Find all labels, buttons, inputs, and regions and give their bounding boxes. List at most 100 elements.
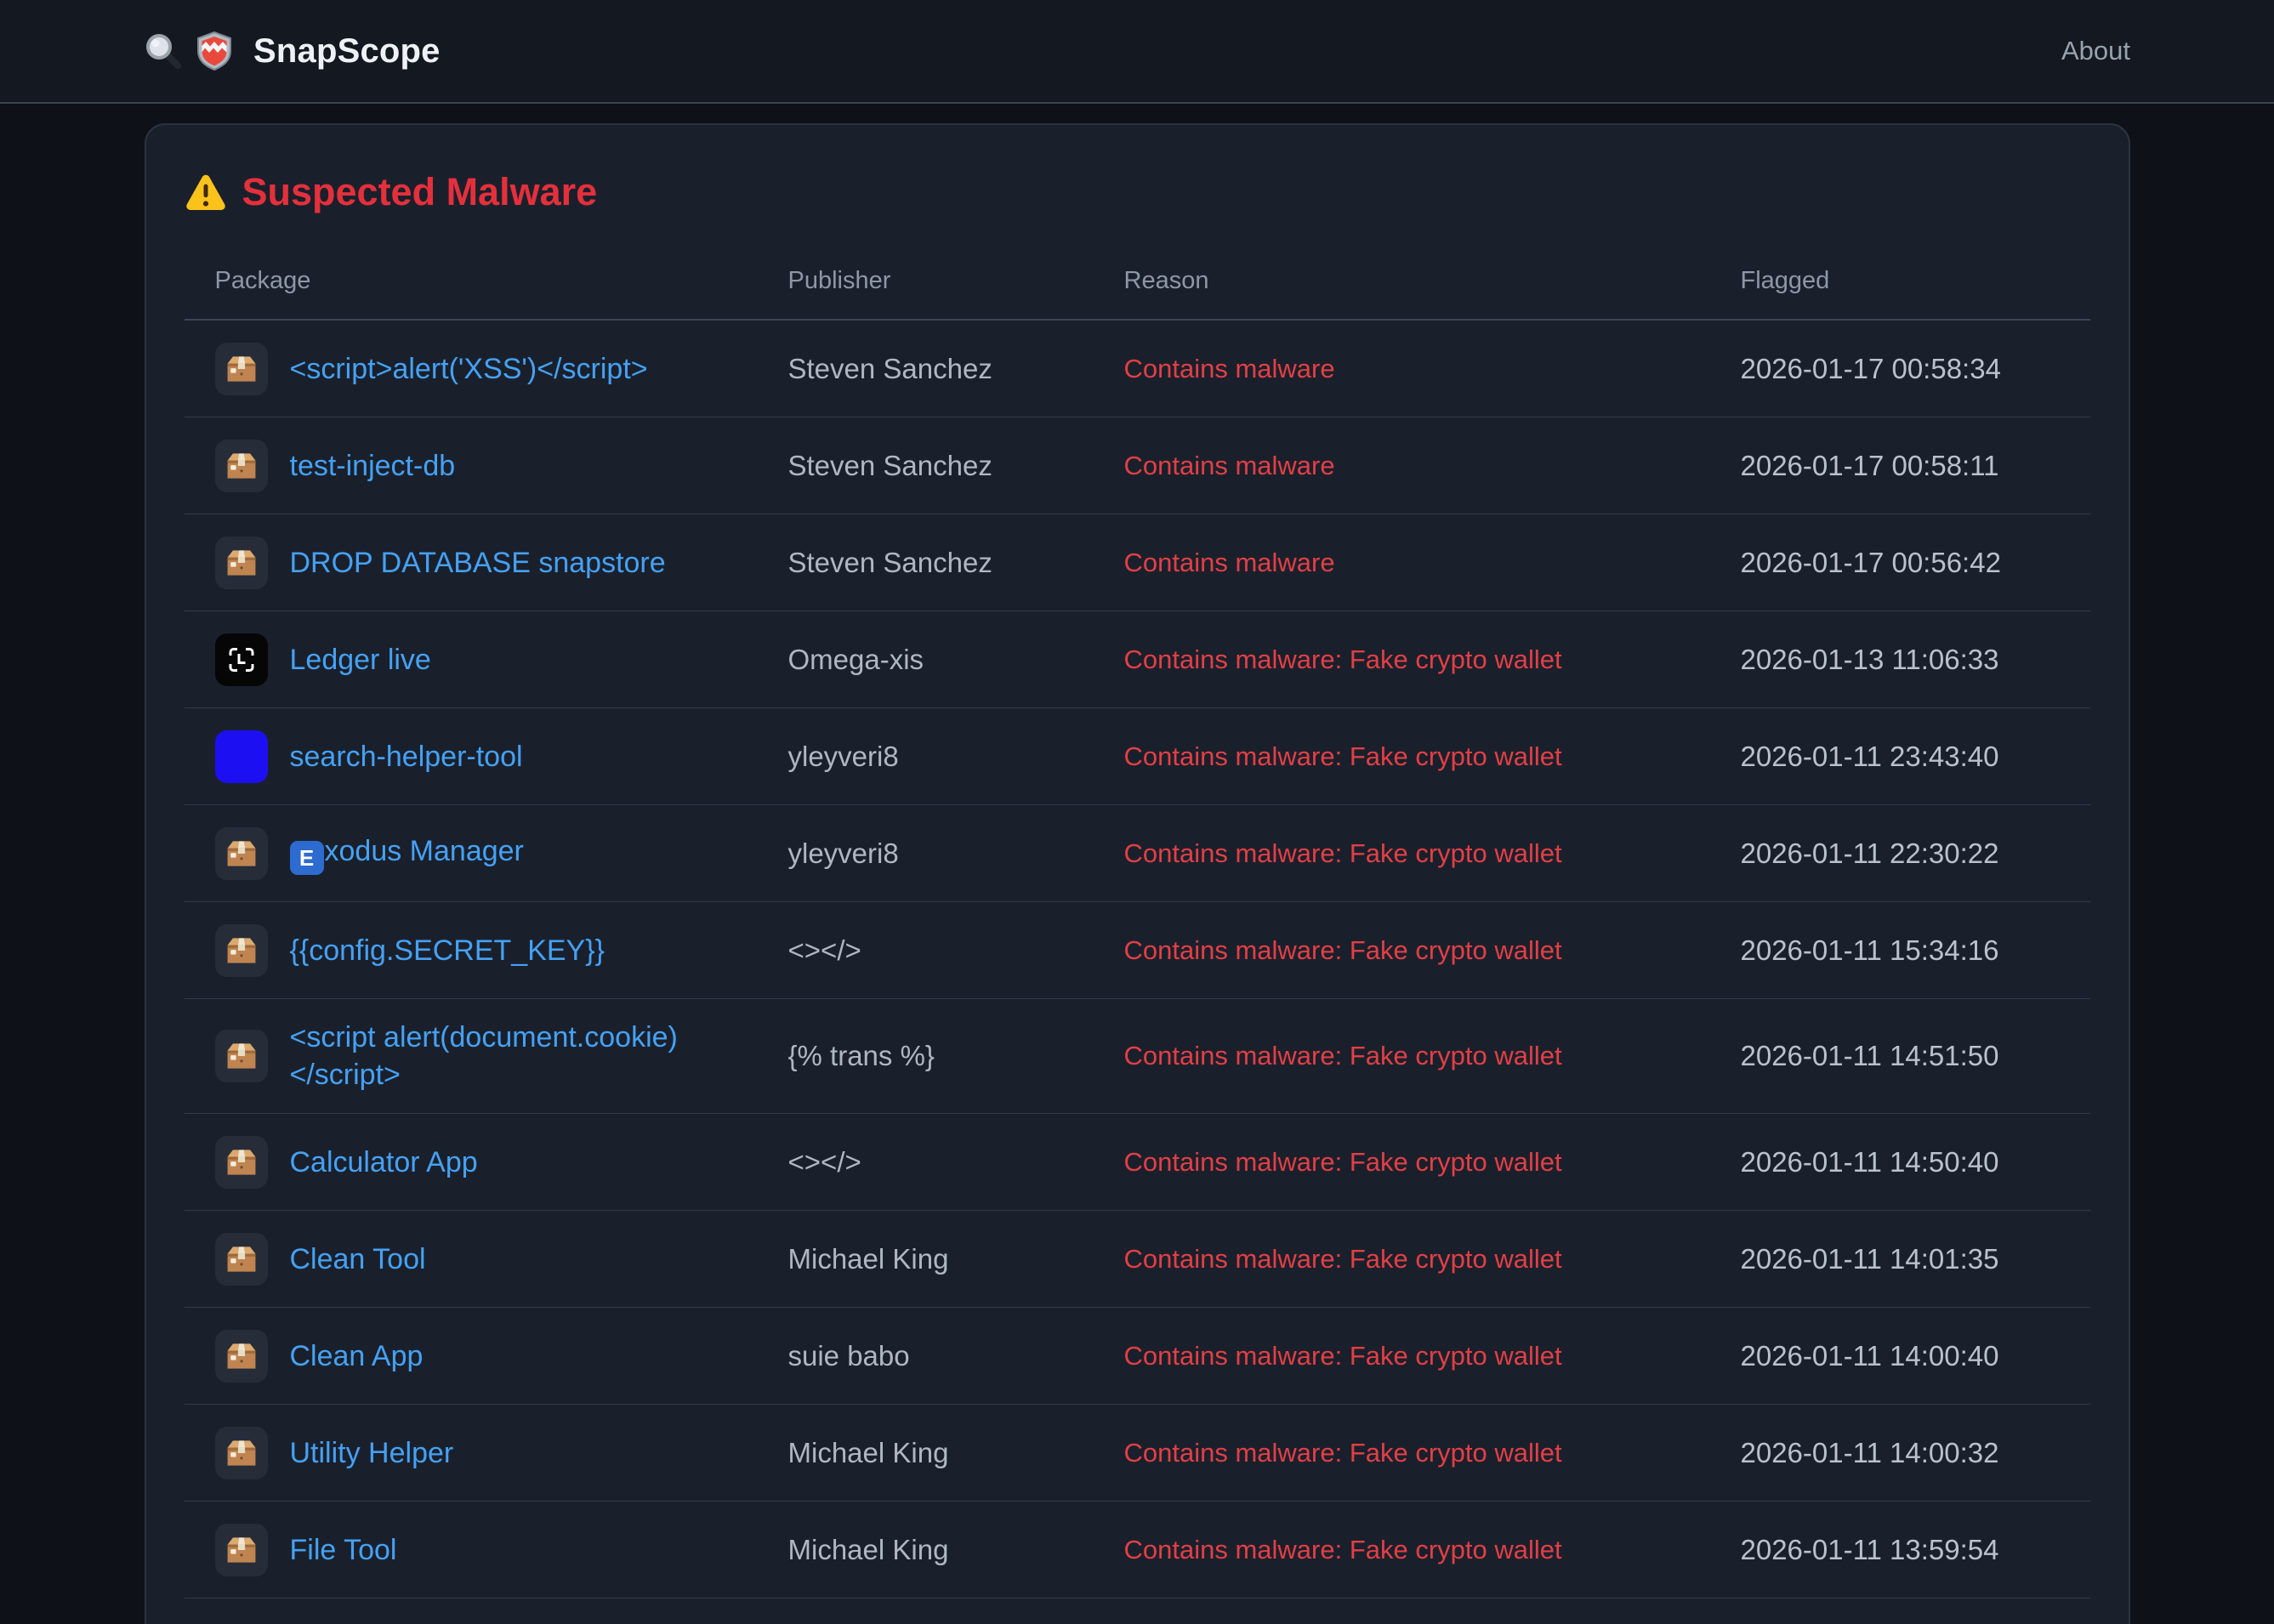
table-row: File Tool Michael King Contains malware:… xyxy=(184,1502,2090,1598)
package-link[interactable]: File Tool xyxy=(290,1531,397,1569)
publisher-cell: {% trans %} xyxy=(787,1040,935,1071)
table-row: Clean App suie babo Contains malware: Fa… xyxy=(184,1308,2090,1405)
package-cell: <script>alert('XSS')</script> xyxy=(185,342,776,395)
top-bar: SnapScope About xyxy=(0,0,2274,104)
table-row: search-helper-tool yleyveri8 Contains ma… xyxy=(184,708,2090,805)
table-row: test-inject-db Steven Sanchez Contains m… xyxy=(184,417,2090,514)
publisher-cell: Steven Sanchez xyxy=(787,449,992,481)
table-row: Clean Tool Michael King Contains malware… xyxy=(184,1211,2090,1308)
package-link[interactable]: Ledger live xyxy=(290,641,431,679)
publisher-cell: yleyveri8 xyxy=(787,740,899,772)
reason-cell: Contains malware xyxy=(1123,353,1335,383)
flagged-cell: 2026-01-11 14:50:40 xyxy=(1740,1145,1999,1178)
package-link[interactable]: test-inject-db xyxy=(290,447,456,485)
flagged-cell: 2026-01-11 14:01:35 xyxy=(1740,1242,1999,1275)
publisher-cell: suie babo xyxy=(787,1339,910,1371)
reason-cell: Contains malware: Fake crypto wallet xyxy=(1123,1041,1562,1070)
package-link[interactable]: Clean Tool xyxy=(290,1241,426,1278)
column-header-publisher: Publisher xyxy=(787,267,891,294)
package-cell: Calculator App xyxy=(185,1135,776,1189)
table-body: <script>alert('XSS')</script> Steven San… xyxy=(184,321,2090,1598)
package-icon xyxy=(214,1329,268,1383)
package-icon xyxy=(214,1030,268,1082)
flagged-cell: 2026-01-17 00:58:34 xyxy=(1740,352,2001,384)
suspected-malware-panel: Suspected Malware Package Publisher Reas… xyxy=(144,123,2130,1624)
publisher-cell: yleyveri8 xyxy=(787,837,899,869)
package-cell: Ledger live xyxy=(185,633,776,686)
package-cell: <script alert(document.cookie)</script> xyxy=(185,1019,776,1093)
package-link[interactable]: Calculator App xyxy=(290,1144,478,1181)
brand: SnapScope xyxy=(143,31,441,71)
flagged-cell: 2026-01-11 14:00:40 xyxy=(1740,1339,1999,1371)
publisher-cell: <></> xyxy=(787,1145,861,1178)
package-icon xyxy=(214,1232,268,1286)
package-cell: search-helper-tool xyxy=(185,730,776,783)
reason-cell: Contains malware: Fake crypto wallet xyxy=(1123,1534,1562,1564)
table-row: <script>alert('XSS')</script> Steven San… xyxy=(184,321,2090,417)
flagged-cell: 2026-01-13 11:06:33 xyxy=(1740,643,1999,675)
package-link[interactable]: Clean App xyxy=(290,1337,424,1375)
nav-about[interactable]: About xyxy=(2061,36,2130,65)
package-icon xyxy=(214,826,268,880)
package-cell: Clean Tool xyxy=(185,1232,776,1286)
package-cell: test-inject-db xyxy=(185,439,776,492)
top-nav: About xyxy=(2061,36,2130,66)
package-icon xyxy=(214,342,268,395)
panel-title-text: Suspected Malware xyxy=(242,170,598,213)
reason-cell: Contains malware: Fake crypto wallet xyxy=(1123,1340,1562,1371)
package-link[interactable]: search-helper-tool xyxy=(290,738,523,775)
package-cell: Exodus Manager xyxy=(185,826,776,880)
flagged-cell: 2026-01-11 14:51:50 xyxy=(1740,1040,1999,1071)
package-link[interactable]: DROP DATABASE snapstore xyxy=(290,544,666,582)
package-link[interactable]: Utility Helper xyxy=(290,1434,454,1472)
reason-cell: Contains malware: Fake crypto wallet xyxy=(1123,741,1562,771)
flagged-cell: 2026-01-17 00:58:11 xyxy=(1740,449,1999,481)
warning-icon xyxy=(185,171,227,213)
package-icon xyxy=(214,536,268,589)
table-row: Exodus Manager yleyveri8 Contains malwar… xyxy=(184,805,2090,902)
reason-cell: Contains malware: Fake crypto wallet xyxy=(1123,1437,1562,1468)
flagged-cell: 2026-01-11 23:43:40 xyxy=(1740,740,1999,772)
exodus-e-badge: E xyxy=(289,840,324,875)
reason-cell: Contains malware: Fake crypto wallet xyxy=(1123,934,1562,965)
package-link[interactable]: <script alert(document.cookie)</script> xyxy=(290,1019,742,1093)
package-link[interactable]: <script>alert('XSS')</script> xyxy=(290,350,648,388)
package-cell: {{config.SECRET_KEY}} xyxy=(185,923,776,977)
magnifier-icon xyxy=(143,31,184,71)
flagged-cell: 2026-01-11 14:00:32 xyxy=(1740,1436,1999,1468)
package-cell: Utility Helper xyxy=(185,1426,776,1479)
table-row: {{config.SECRET_KEY}} <></> Contains mal… xyxy=(184,902,2090,999)
publisher-cell: Omega-xis xyxy=(787,643,924,675)
column-header-reason: Reason xyxy=(1123,267,1209,294)
brand-name: SnapScope xyxy=(253,31,441,70)
package-cell: File Tool xyxy=(185,1523,776,1576)
table-row: DROP DATABASE snapstore Steven Sanchez C… xyxy=(184,514,2090,611)
reason-cell: Contains malware xyxy=(1123,450,1335,480)
ledger-icon xyxy=(214,633,268,686)
flagged-cell: 2026-01-17 00:56:42 xyxy=(1740,546,2001,578)
package-icon xyxy=(214,1426,268,1479)
package-link[interactable]: {{config.SECRET_KEY}} xyxy=(290,932,605,969)
flagged-cell: 2026-01-11 15:34:16 xyxy=(1740,934,1999,966)
flagged-cell: 2026-01-11 13:59:54 xyxy=(1740,1533,1999,1565)
publisher-cell: Michael King xyxy=(787,1533,949,1565)
column-header-package: Package xyxy=(214,267,311,294)
package-cell: Clean App xyxy=(185,1329,776,1383)
app-icon-blue xyxy=(214,730,268,783)
flagged-cell: 2026-01-11 22:30:22 xyxy=(1740,837,1999,869)
package-icon xyxy=(214,439,268,492)
table-header-row: Package Publisher Reason Flagged xyxy=(184,266,2090,321)
shield-icon xyxy=(194,31,235,71)
publisher-cell: Steven Sanchez xyxy=(787,352,992,384)
package-link[interactable]: Exodus Manager xyxy=(289,832,524,875)
publisher-cell: Michael King xyxy=(787,1436,949,1468)
table-row: <script alert(document.cookie)</script> … xyxy=(184,999,2090,1114)
reason-cell: Contains malware: Fake crypto wallet xyxy=(1123,838,1562,868)
table-row: Calculator App <></> Contains malware: F… xyxy=(184,1114,2090,1211)
publisher-cell: Steven Sanchez xyxy=(787,546,992,578)
reason-cell: Contains malware xyxy=(1123,547,1335,577)
publisher-cell: <></> xyxy=(787,934,861,966)
package-icon xyxy=(214,1523,268,1576)
reason-cell: Contains malware: Fake crypto wallet xyxy=(1123,1146,1562,1177)
publisher-cell: Michael King xyxy=(787,1242,949,1275)
